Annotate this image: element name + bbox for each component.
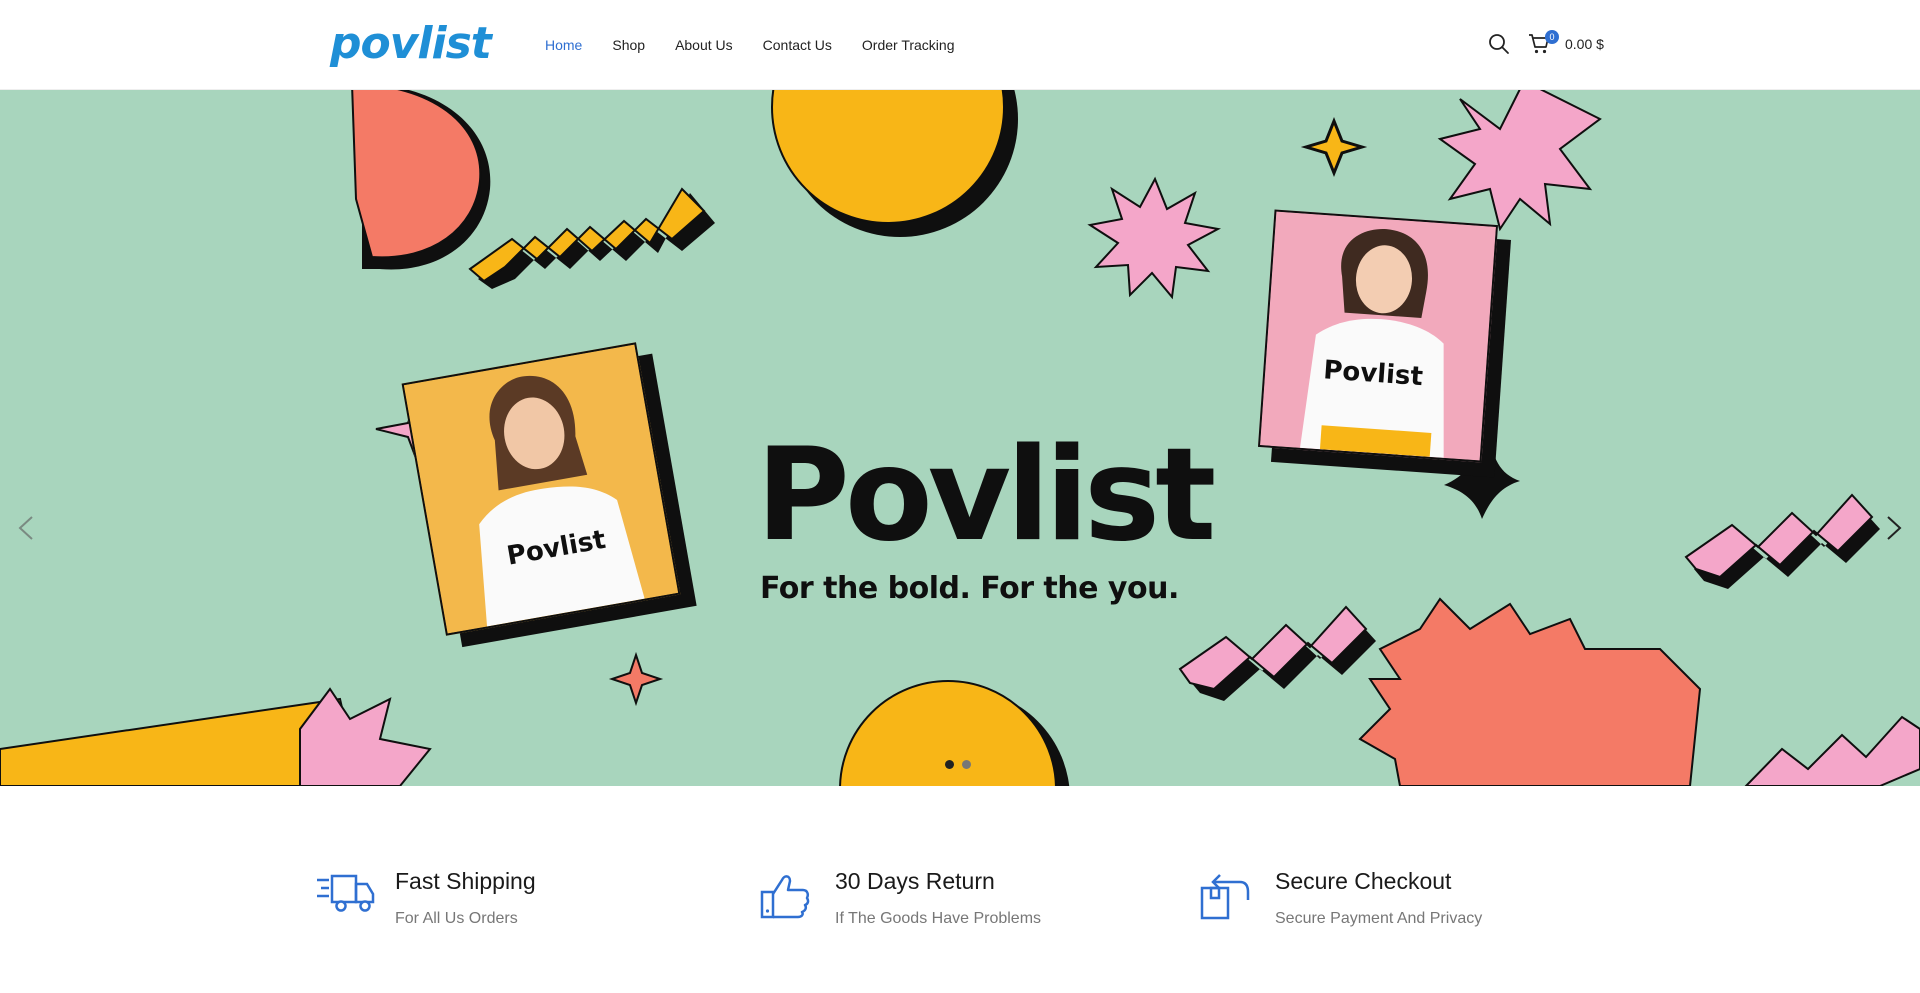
cart-total[interactable]: 0.00 $: [1565, 36, 1604, 52]
feature-title: Secure Checkout: [1275, 868, 1452, 894]
search-icon[interactable]: [1488, 33, 1510, 55]
site-logo[interactable]: povlist: [330, 14, 492, 74]
thumbs-up-icon: [760, 875, 810, 919]
main-nav: Home Shop About Us Contact Us Order Trac…: [545, 0, 985, 89]
feature-subtitle: Secure Payment And Privacy: [1275, 910, 1483, 927]
hero-title: Povlist: [756, 421, 1216, 570]
slider-dots: [945, 760, 971, 769]
nav-order-tracking[interactable]: Order Tracking: [862, 37, 955, 53]
slider-dot-1[interactable]: [945, 760, 954, 769]
hero-photo-right: Povlist: [1257, 209, 1499, 463]
feature-subtitle: If The Goods Have Problems: [835, 910, 1042, 927]
nav-contact-us[interactable]: Contact Us: [763, 37, 832, 53]
feature-title: Fast Shipping: [395, 868, 536, 894]
feature-secure-checkout: Secure Checkout Secure Payment And Priva…: [1200, 858, 1600, 938]
cart-count-badge: 0: [1545, 30, 1559, 44]
slider-dot-2[interactable]: [962, 760, 971, 769]
nav-about-us[interactable]: About Us: [675, 37, 733, 53]
feature-30-days-return: 30 Days Return If The Goods Have Problem…: [760, 858, 1160, 938]
nav-home[interactable]: Home: [545, 37, 582, 53]
feature-subtitle: For All Us Orders: [395, 910, 518, 927]
chevron-right-icon[interactable]: [1882, 513, 1906, 543]
return-box-icon: [1200, 874, 1250, 920]
model-illustration-left: [403, 344, 679, 634]
hero-photo-left: Povlist: [401, 342, 681, 636]
feature-title: 30 Days Return: [835, 868, 995, 894]
model-illustration-right: [1260, 211, 1496, 461]
delivery-truck-icon: [317, 874, 375, 912]
chevron-left-icon[interactable]: [14, 513, 38, 543]
hero-slider: Povlist Povlist Povlist For the bold. Fo…: [0, 89, 1920, 786]
feature-fast-shipping: Fast Shipping For All Us Orders: [315, 858, 715, 938]
nav-shop[interactable]: Shop: [612, 37, 645, 53]
site-header: povlist Home Shop About Us Contact Us Or…: [0, 0, 1920, 89]
hero-subtitle: For the bold. For the you.: [760, 571, 1179, 606]
